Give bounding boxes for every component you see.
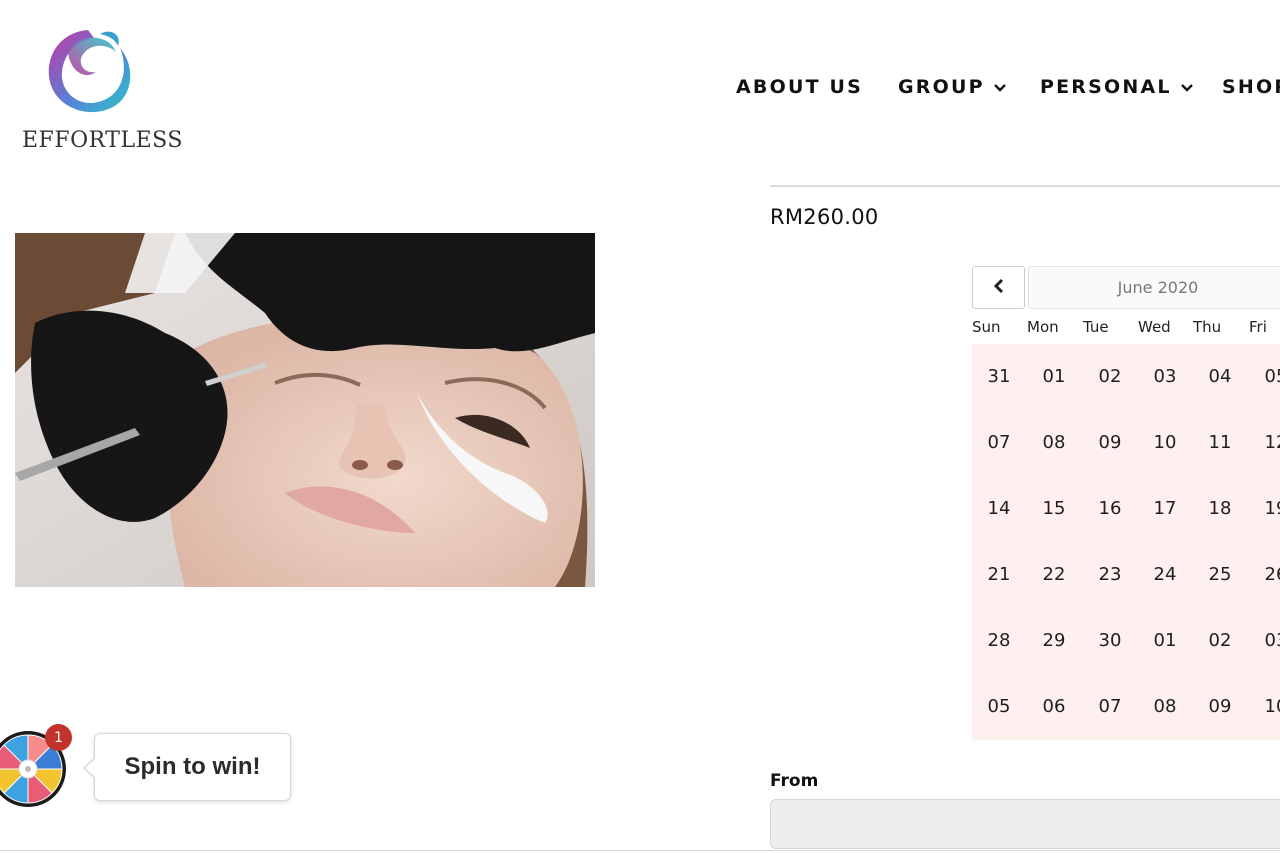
- calendar-day[interactable]: 30: [1090, 630, 1130, 651]
- calendar-day[interactable]: 14: [979, 498, 1019, 519]
- calendar-day[interactable]: 06: [1034, 696, 1074, 717]
- calendar-day[interactable]: 12: [1256, 432, 1280, 453]
- weekday-label: Wed: [1138, 318, 1171, 336]
- bottom-divider: [0, 850, 1280, 851]
- nav-item-personal[interactable]: PERSONAL: [1040, 76, 1194, 98]
- nav-item-label: ABOUT US: [736, 76, 864, 98]
- spin-to-win-button[interactable]: Spin to win!: [83, 733, 291, 801]
- calendar-day[interactable]: 31: [979, 366, 1019, 387]
- calendar-prev-button[interactable]: [972, 266, 1025, 309]
- notification-badge: 1: [45, 724, 72, 751]
- logo-swirl-icon: [48, 30, 131, 113]
- product-price: RM260.00: [770, 205, 879, 229]
- chevron-down-icon: [993, 76, 1007, 98]
- calendar-day[interactable]: 26: [1256, 564, 1280, 585]
- calendar-day[interactable]: 05: [1256, 366, 1280, 387]
- calendar-day[interactable]: 07: [1090, 696, 1130, 717]
- calendar-day[interactable]: 09: [1200, 696, 1240, 717]
- calendar-day[interactable]: 25: [1200, 564, 1240, 585]
- from-label: From: [770, 771, 819, 791]
- nav-item-label: PERSONAL: [1040, 76, 1172, 98]
- calendar-day[interactable]: 02: [1090, 366, 1130, 387]
- calendar-day[interactable]: 29: [1034, 630, 1074, 651]
- calendar-day[interactable]: 10: [1145, 432, 1185, 453]
- calendar-day[interactable]: 17: [1145, 498, 1185, 519]
- calendar-day[interactable]: 15: [1034, 498, 1074, 519]
- weekday-label: Mon: [1027, 318, 1059, 336]
- calendar-day[interactable]: 23: [1090, 564, 1130, 585]
- chevron-left-icon: [992, 277, 1006, 299]
- nav-item-label: SHOP: [1222, 76, 1280, 98]
- from-input[interactable]: [770, 799, 1280, 849]
- calendar-day[interactable]: 18: [1200, 498, 1240, 519]
- weekday-label: Thu: [1193, 318, 1222, 336]
- nav-item-about-us[interactable]: ABOUT US: [736, 76, 863, 98]
- calendar-day[interactable]: 04: [1200, 366, 1240, 387]
- nav-item-shop[interactable]: SHOP: [1222, 76, 1280, 98]
- section-divider: [770, 185, 1280, 187]
- calendar-day[interactable]: 21: [979, 564, 1019, 585]
- calendar-day[interactable]: 22: [1034, 564, 1074, 585]
- brand-logo[interactable]: EFFORTLESS: [18, 22, 182, 157]
- calendar-month-label: June 2020: [1028, 266, 1280, 309]
- calendar-day[interactable]: 01: [1034, 366, 1074, 387]
- calendar-day[interactable]: 02: [1200, 630, 1240, 651]
- chevron-down-icon: [1180, 76, 1194, 98]
- weekday-label: Fri: [1249, 318, 1267, 336]
- weekday-label: Sun: [972, 318, 1001, 336]
- calendar-day[interactable]: 16: [1090, 498, 1130, 519]
- nav-item-label: GROUP: [898, 76, 985, 98]
- calendar-day[interactable]: 07: [979, 432, 1019, 453]
- calendar-day[interactable]: 01: [1145, 630, 1185, 651]
- calendar-day[interactable]: 19: [1256, 498, 1280, 519]
- calendar-day[interactable]: 09: [1090, 432, 1130, 453]
- product-image[interactable]: [15, 233, 595, 587]
- weekday-label: Tue: [1083, 318, 1109, 336]
- calendar-day[interactable]: 28: [979, 630, 1019, 651]
- calendar-day[interactable]: 24: [1145, 564, 1185, 585]
- calendar-grid: 31 01 02 03 04 05 07 08 09 10 11 12 14 15 16 17 18 19 21 22…: [972, 344, 1280, 740]
- calendar-day[interactable]: 03: [1256, 630, 1280, 651]
- calendar-day[interactable]: 10: [1256, 696, 1280, 717]
- calendar-day[interactable]: 08: [1145, 696, 1185, 717]
- calendar-day[interactable]: 03: [1145, 366, 1185, 387]
- calendar-day[interactable]: 08: [1034, 432, 1074, 453]
- calendar-day[interactable]: 05: [979, 696, 1019, 717]
- calendar-day[interactable]: 11: [1200, 432, 1240, 453]
- brand-name: EFFORTLESS: [22, 128, 183, 153]
- nav-item-group[interactable]: GROUP: [898, 76, 1007, 98]
